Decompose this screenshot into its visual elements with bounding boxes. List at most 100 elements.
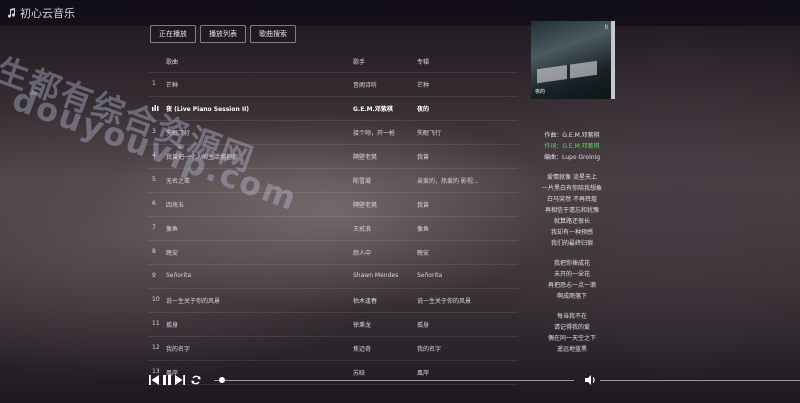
lyric-line: 爱情就像 流星天上 <box>547 174 597 181</box>
song-artist: G.E.M.邓紫棋 <box>353 106 393 113</box>
loop-icon[interactable] <box>190 374 202 386</box>
song-artist: Shawn Mendes <box>353 272 399 279</box>
previous-icon[interactable] <box>148 374 160 386</box>
tab-now-playing[interactable]: 正在播放 <box>150 25 196 43</box>
song-album: 我曾 <box>417 202 430 209</box>
song-title: 说一生关于你的风景 <box>166 298 221 305</box>
song-album: 亲爱的，热爱的 影视... <box>417 178 479 185</box>
song-album: 晚安 <box>417 250 430 257</box>
song-title: 夜 (Live Piano Session II) <box>166 106 250 113</box>
lyrics-panel: 作曲：G.E.M.邓紫棋 作词：G.E.M.邓紫棋 编曲：Lupo Groini… <box>520 130 624 355</box>
header-title: 歌曲 <box>166 59 179 66</box>
song-artist: 枯木逢春 <box>353 298 378 305</box>
header-album: 专辑 <box>417 59 430 66</box>
song-album: Señorita <box>417 272 443 279</box>
song-number: 8 <box>152 248 156 255</box>
song-album: 我曾 <box>417 154 430 161</box>
song-title: 无名之辈 <box>166 178 191 185</box>
song-artist: 隔壁老樊 <box>353 154 378 161</box>
song-artist: 焦迈奇 <box>353 346 372 353</box>
lyric-line: 每当我不在 <box>556 313 587 320</box>
song-number: 6 <box>152 200 156 207</box>
song-album: 夜的 <box>417 106 430 113</box>
song-row[interactable]: 8 晚安 颜人中 晚安 <box>148 241 518 265</box>
song-title: 芒种 <box>166 82 179 89</box>
song-title: 像鱼 <box>166 226 179 233</box>
cover-text: 夜的 <box>535 89 546 95</box>
song-number: 7 <box>152 224 156 231</box>
song-number: 11 <box>152 320 160 327</box>
header-artist: 歌手 <box>353 59 366 66</box>
song-artist: 音阙诗听 <box>353 82 378 89</box>
song-row[interactable]: 6 四块五 隔壁老樊 我曾 <box>148 193 518 217</box>
song-number: 3 <box>152 128 156 135</box>
lyric-gap <box>520 302 624 311</box>
next-icon[interactable] <box>174 374 186 386</box>
lyric-line: 请记得我的爱 <box>553 324 590 331</box>
song-row[interactable]: 1 芒种 音阙诗听 芒种 <box>148 73 518 97</box>
song-number: 12 <box>152 344 160 351</box>
song-album: 芒种 <box>417 82 430 89</box>
song-row[interactable]: 4 我曾把一个人的生活拥抱你 隔壁老樊 我曾 <box>148 145 518 169</box>
lyric-line: 啊成雨落下 <box>556 293 587 300</box>
app-title: 初心云音乐 <box>20 7 75 20</box>
tab-search[interactable]: 歌曲搜索 <box>250 25 296 43</box>
song-row[interactable]: 10 说一生关于你的风景 枯木逢春 说一生关于你的风景 <box>148 289 518 313</box>
song-number: 1 <box>152 80 156 87</box>
song-album: 我的名字 <box>417 346 442 353</box>
song-row[interactable]: 7 像鱼 王贰浪 像鱼 <box>148 217 518 241</box>
song-album: 说一生关于你的风景 <box>417 298 472 305</box>
lyric-line: 偶在同一天空之下 <box>547 335 596 342</box>
song-row-playing[interactable]: 夜 (Live Piano Session II) G.E.M.邓紫棋 夜的 <box>148 97 518 121</box>
song-album: 像鱼 <box>417 226 430 233</box>
music-note-icon <box>7 8 16 18</box>
song-title: 我的名字 <box>166 346 191 353</box>
piano-keys-art <box>537 60 597 84</box>
song-row[interactable]: 3 失眠飞行 接个吻，开一枪 失眠飞行 <box>148 121 518 145</box>
song-list: 歌曲 歌手 专辑 1 芒种 音阙诗听 芒种 夜 (Live Piano Sess… <box>148 50 518 385</box>
song-row[interactable]: 12 我的名字 焦迈奇 我的名字 <box>148 337 518 361</box>
volume-icon[interactable] <box>584 374 596 386</box>
lyric-line: 我却有一种预感 <box>550 229 593 236</box>
song-artist: 王贰浪 <box>353 226 372 233</box>
album-cover: II 夜的 <box>531 21 615 99</box>
song-row[interactable]: 9 Señorita Shawn Mendes Señorita <box>148 265 518 289</box>
lyric-line: 再把恐忐一点一滴 <box>547 282 596 289</box>
player-bar <box>0 370 800 392</box>
song-title: 我曾把一个人的生活拥抱你 <box>166 154 239 161</box>
top-bar: 初心云音乐 <box>0 0 800 26</box>
list-header: 歌曲 歌手 专辑 <box>148 50 518 73</box>
lyric-line: 遥远地蓝黑 <box>556 346 587 353</box>
song-row[interactable]: 5 无名之辈 陈雪凝 亲爱的，热爱的 影视... <box>148 169 518 193</box>
song-artist: 徐秉龙 <box>353 322 372 329</box>
pause-icon[interactable] <box>161 374 173 386</box>
song-artist: 接个吻，开一枪 <box>353 130 396 137</box>
lyric-gap <box>520 249 624 258</box>
lyric-line: 我把你捧成花 <box>553 260 590 267</box>
song-album: 孤身 <box>417 322 430 329</box>
song-number: 4 <box>152 152 156 159</box>
song-title: 失眠飞行 <box>166 130 191 137</box>
volume-slider[interactable] <box>600 380 800 381</box>
progress-handle[interactable] <box>219 377 225 383</box>
lyric-line: 编曲：Lupo Groinig <box>543 154 601 161</box>
song-album: 失眠飞行 <box>417 130 442 137</box>
app-logo: 初心云音乐 <box>6 5 75 21</box>
playing-icon <box>152 104 164 113</box>
song-title: 晚安 <box>166 250 179 257</box>
lyric-line-current: 作词：G.E.M.邓紫棋 <box>544 143 600 150</box>
lyric-line: 我们的最终归宿 <box>550 240 593 247</box>
lyric-line: 再相信于遗忘和犹豫 <box>544 207 599 214</box>
lyric-line: 就算路还很长 <box>553 218 590 225</box>
song-title: 四块五 <box>166 202 185 209</box>
lyric-line: 作曲：G.E.M.邓紫棋 <box>544 132 600 139</box>
song-title: Señorita <box>166 272 192 279</box>
tab-bar: 正在播放 播放列表 歌曲搜索 <box>150 25 296 43</box>
song-row[interactable]: 11 孤身 徐秉龙 孤身 <box>148 313 518 337</box>
lyric-line: 未开的一朵花 <box>553 271 590 278</box>
cover-tag: II <box>604 24 608 31</box>
lyric-line: 一片黑白有你陪我想象 <box>541 185 602 192</box>
progress-bar[interactable] <box>214 380 574 381</box>
song-artist: 陈雪凝 <box>353 178 372 185</box>
tab-playlist[interactable]: 播放列表 <box>200 25 246 43</box>
